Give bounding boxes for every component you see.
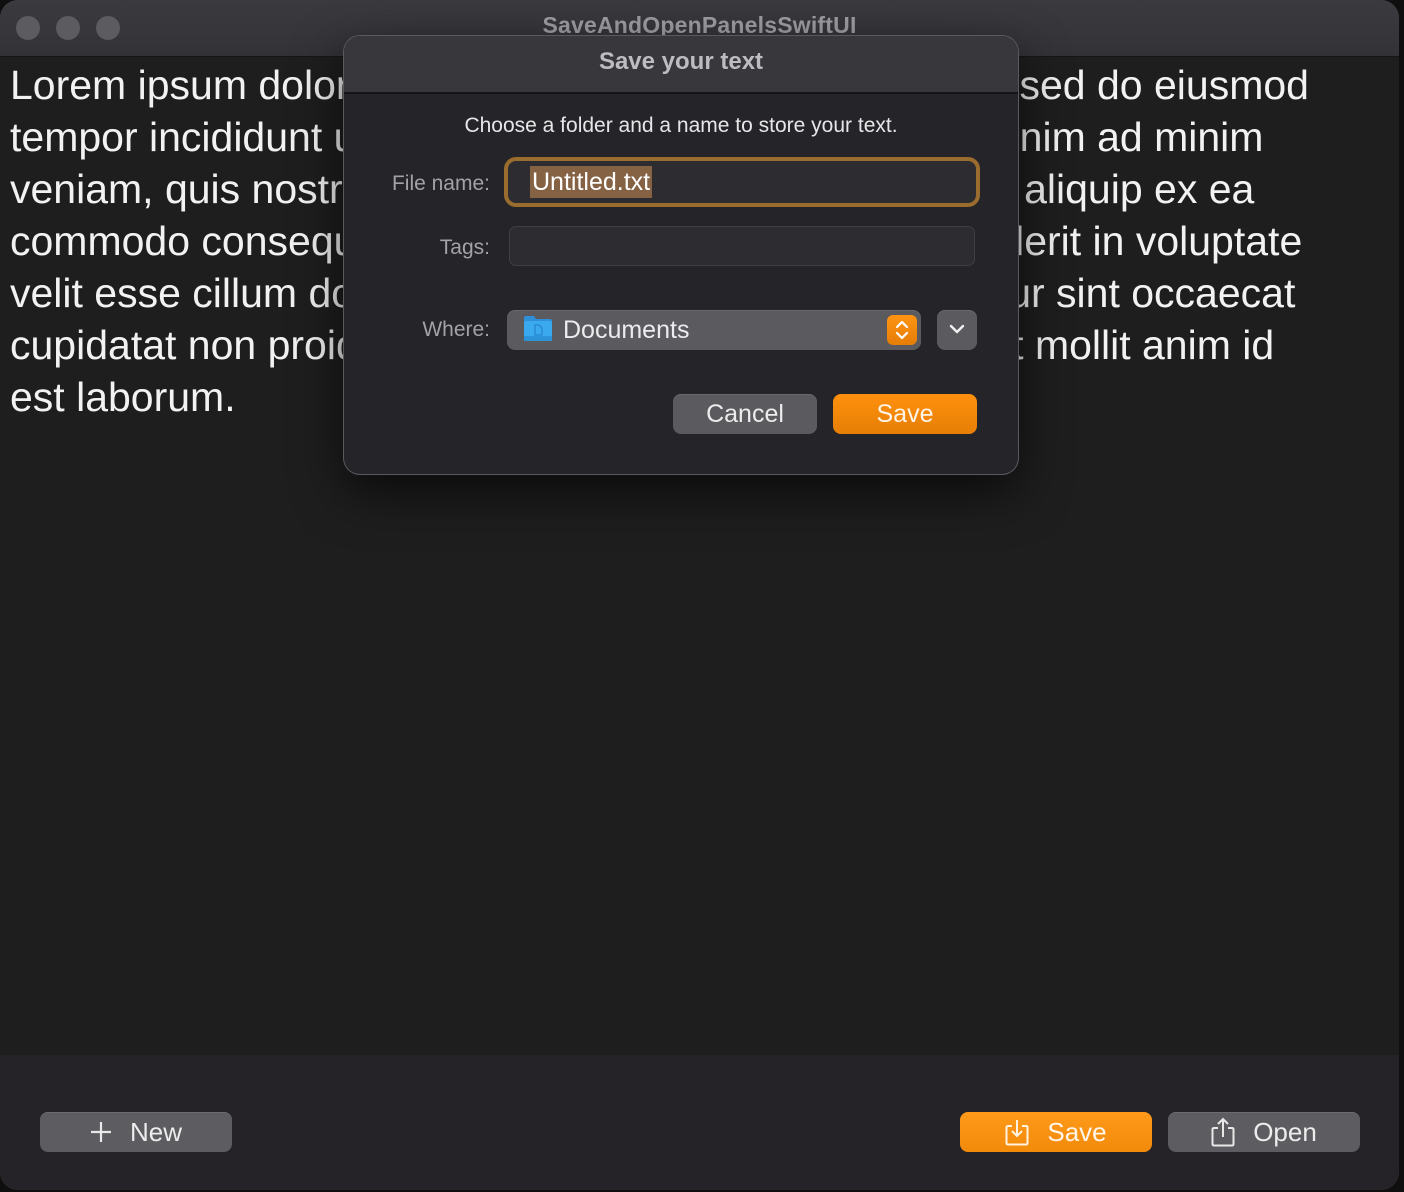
open-button-label: Open xyxy=(1253,1116,1317,1147)
save-button[interactable]: Save xyxy=(960,1112,1152,1152)
save-button-label: Save xyxy=(1047,1116,1107,1147)
bottom-toolbar: New Save Open xyxy=(0,1055,1399,1190)
chevron-down-icon xyxy=(949,321,965,339)
sheet-save-button[interactable]: Save xyxy=(833,394,977,434)
window-title: SaveAndOpenPanelsSwiftUI xyxy=(542,12,857,38)
documents-folder-icon xyxy=(523,314,553,347)
where-value: Documents xyxy=(563,315,690,344)
sheet-title: Save your text xyxy=(598,48,764,75)
cancel-button[interactable]: Cancel xyxy=(673,394,817,434)
file-name-input[interactable]: Untitled.txt xyxy=(504,157,980,207)
new-button-label: New xyxy=(129,1116,182,1147)
new-button[interactable]: New xyxy=(40,1112,232,1152)
save-panel-sheet: Save your text Choose a folder and a nam… xyxy=(344,36,1018,474)
where-label: Where: xyxy=(422,318,490,341)
sheet-header: Save your text xyxy=(344,36,1018,94)
sheet-message: Choose a folder and a name to store your… xyxy=(464,114,898,137)
download-tray-icon xyxy=(1005,1118,1029,1146)
open-button[interactable]: Open xyxy=(1168,1112,1360,1152)
file-name-value[interactable]: Untitled.txt xyxy=(530,166,653,198)
plus-icon xyxy=(90,1121,112,1143)
tags-label: Tags: xyxy=(439,236,490,259)
expand-panel-button[interactable] xyxy=(937,310,977,350)
where-location-popup[interactable]: Documents xyxy=(507,310,921,350)
tags-input[interactable] xyxy=(509,226,975,266)
share-upload-icon xyxy=(1211,1117,1235,1147)
file-name-label: File name: xyxy=(391,172,490,195)
up-down-chevron-icon xyxy=(887,315,917,345)
